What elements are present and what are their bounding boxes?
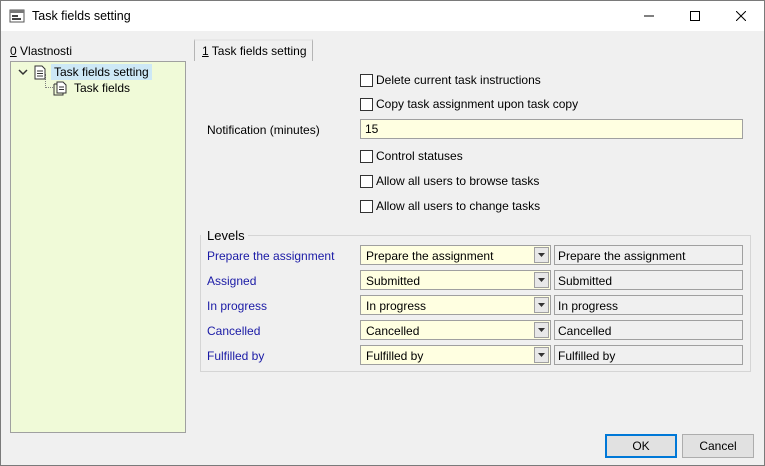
tree-panel[interactable]: Task fields setting Task fields [10,61,186,433]
chevron-down-icon[interactable] [534,297,549,313]
levels-group-border [248,235,751,236]
window-title: Task fields setting [32,9,131,23]
chevron-down-icon[interactable] [534,272,549,288]
chevron-down-icon[interactable] [534,247,549,263]
chevron-down-icon[interactable] [534,347,549,363]
tree-node-task-fields[interactable]: Task fields [41,80,133,96]
tree-panel-label: 0 Vlastnosti [10,44,73,58]
allow-change-checkbox-row[interactable]: Allow all users to change tasks [360,199,540,213]
level-display-prepare: Prepare the assignment [554,245,743,265]
levels-title: Levels [207,228,247,243]
level-label-cancelled: Cancelled [207,324,261,338]
dialog-window: Task fields setting 0 Vlastnosti Task fi… [0,0,765,466]
allow-browse-checkbox[interactable] [360,174,373,188]
tree-node-task-fields-setting[interactable]: Task fields setting [17,64,152,80]
level-display-cancelled: Cancelled [554,320,743,340]
level-display-assigned: Submitted [554,270,743,290]
level-combo-in-progress[interactable]: In progress [360,295,551,315]
title-bar[interactable]: Task fields setting [1,1,764,31]
level-display-fulfilled-by: Fulfilled by [554,345,743,365]
combo-value: Fulfilled by [366,349,424,363]
tree-node-label[interactable]: Task fields setting [51,64,152,80]
level-label-assigned: Assigned [207,274,257,288]
level-combo-assigned[interactable]: Submitted [360,270,551,290]
combo-value: Submitted [366,274,421,288]
tree-node-label[interactable]: Task fields [71,80,133,96]
level-label-in-progress: In progress [207,299,268,313]
checkbox-label: Control statuses [376,149,463,163]
checkbox-label: Allow all users to browse tasks [376,174,540,188]
allow-change-checkbox[interactable] [360,199,373,213]
cancel-button[interactable]: Cancel [682,434,754,458]
copy-assignment-checkbox-row[interactable]: Copy task assignment upon task copy [360,97,578,111]
close-button[interactable] [718,1,764,31]
maximize-button[interactable] [672,1,718,31]
combo-value: In progress [366,299,427,313]
ok-button[interactable]: OK [605,434,677,458]
control-statuses-checkbox[interactable] [360,149,373,163]
level-combo-fulfilled-by[interactable]: Fulfilled by [360,345,551,365]
delete-instructions-checkbox[interactable] [360,73,373,87]
combo-value: Prepare the assignment [366,249,494,263]
checkbox-label: Delete current task instructions [376,73,541,87]
minimize-button[interactable] [626,1,672,31]
document-icon [33,65,47,80]
document-stack-icon [53,81,67,96]
chevron-down-icon[interactable] [17,66,29,78]
combo-value: Cancelled [366,324,420,338]
level-label-fulfilled-by: Fulfilled by [207,349,265,363]
allow-browse-checkbox-row[interactable]: Allow all users to browse tasks [360,174,539,188]
control-statuses-checkbox-row[interactable]: Control statuses [360,149,463,163]
level-combo-prepare[interactable]: Prepare the assignment [360,245,551,265]
level-display-in-progress: In progress [554,295,743,315]
chevron-down-icon[interactable] [534,322,549,338]
level-combo-cancelled[interactable]: Cancelled [360,320,551,340]
notification-label: Notification (minutes) [207,123,320,137]
level-label-prepare: Prepare the assignment [207,249,335,263]
dialog-app-icon [9,8,25,24]
tab-task-fields-setting[interactable]: 1 Task fields setting [194,39,313,61]
notification-input[interactable]: 15 [360,119,743,139]
checkbox-label: Copy task assignment upon task copy [376,97,579,111]
checkbox-label: Allow all users to change tasks [376,199,541,213]
copy-assignment-checkbox[interactable] [360,97,373,111]
delete-instructions-checkbox-row[interactable]: Delete current task instructions [360,73,541,87]
